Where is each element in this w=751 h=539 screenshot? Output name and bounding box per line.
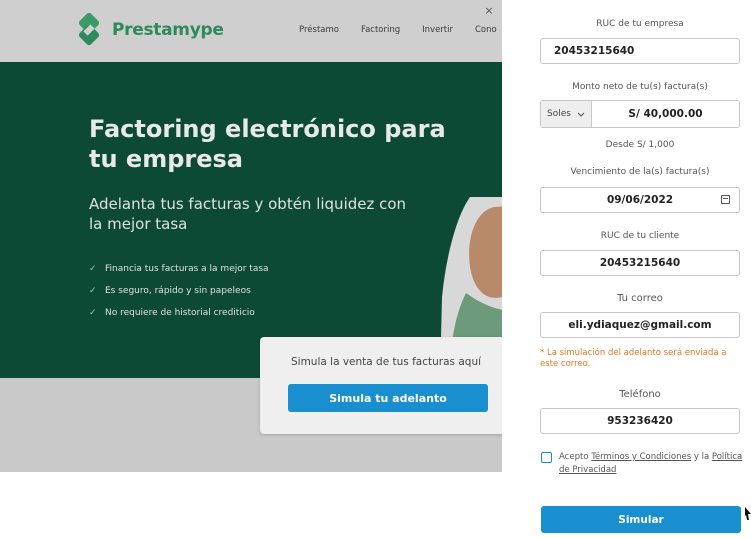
brand-name: Prestamype: [112, 20, 224, 40]
ruc-cliente-label: RUC de tu cliente: [600, 231, 680, 241]
nav-item-factoring[interactable]: Factoring: [361, 25, 400, 35]
hero-section: Factoring electrónico para tu empresa Ad…: [0, 62, 502, 378]
simulation-form-panel: RUC de tu empresa Monto neto de tu(s) fa…: [502, 0, 751, 539]
terms-checkbox[interactable]: [541, 452, 552, 463]
hero-subtitle: Adelanta tus facturas y obtén liquidez c…: [89, 195, 407, 233]
terms-middle: y la: [691, 452, 712, 462]
list-item: ✓ Financia tus facturas a la mejor tasa: [89, 258, 269, 280]
hero-bullets: ✓ Financia tus facturas a la mejor tasa ✓…: [89, 258, 269, 324]
ruc-empresa-label: RUC de tu empresa: [596, 19, 684, 29]
check-icon: ✓: [89, 286, 97, 296]
nav-links: Préstamo Factoring Invertir Cono: [299, 25, 502, 35]
currency-value: Soles: [547, 109, 571, 119]
logo-icon: [78, 13, 100, 46]
bullet-text: Es seguro, rápido y sin papeleos: [105, 286, 251, 296]
mouse-cursor-icon: [745, 507, 751, 520]
telefono-label: Teléfono: [619, 389, 661, 400]
hero-title: Factoring electrónico para tu empresa: [89, 115, 446, 173]
monto-input[interactable]: [592, 101, 739, 127]
ruc-cliente-input[interactable]: [540, 250, 740, 276]
calendar-icon[interactable]: [721, 195, 730, 204]
bullet-text: Financia tus facturas a la mejor tasa: [105, 264, 269, 274]
phone-field[interactable]: [540, 408, 740, 434]
nav-item-invertir[interactable]: Invertir: [422, 25, 453, 35]
list-item: ✓ Es seguro, rápido y sin papeleos: [89, 280, 269, 302]
ruc-empresa-input[interactable]: [540, 38, 740, 64]
simulate-advance-button[interactable]: Simula tu adelanto: [288, 384, 488, 412]
vencimiento-field: [540, 187, 740, 213]
vencimiento-label: Vencimiento de la(s) factura(s): [570, 167, 710, 177]
close-icon[interactable]: ×: [482, 4, 496, 18]
check-icon: ✓: [89, 308, 97, 318]
check-icon: ✓: [89, 264, 97, 274]
chevron-down-icon: [577, 112, 585, 117]
brand-logo[interactable]: Prestamype: [72, 13, 224, 47]
currency-select[interactable]: Soles: [541, 101, 592, 127]
nav-item-prestamo[interactable]: Préstamo: [299, 25, 339, 35]
monto-hint: Desde S/ 1,000: [605, 140, 675, 150]
bullet-text: No requiere de historial crediticio: [105, 308, 255, 318]
navbar: Prestamype Préstamo Factoring Invertir C…: [0, 0, 502, 62]
terms-prefix: Acepto: [559, 452, 592, 462]
correo-label: Tu correo: [617, 293, 663, 304]
terms-text: Acepto Términos y Condiciones y la Polít…: [559, 451, 744, 477]
email-note: * La simulación del adelanto será enviad…: [540, 348, 727, 369]
monto-field: Soles: [540, 100, 740, 128]
terms-link[interactable]: Términos y Condiciones: [591, 452, 691, 462]
simulation-card: Simula la venta de tus facturas aquí Sim…: [260, 337, 502, 434]
vencimiento-input[interactable]: [540, 187, 740, 213]
monto-label: Monto neto de tu(s) factura(s): [572, 82, 708, 92]
nav-item-conocenos[interactable]: Cono: [475, 25, 497, 35]
email-field[interactable]: [540, 312, 740, 338]
simulation-card-text: Simula la venta de tus facturas aquí: [291, 356, 482, 368]
background-page: Prestamype Préstamo Factoring Invertir C…: [0, 0, 502, 539]
simulate-button[interactable]: Simular: [541, 506, 741, 533]
list-item: ✓ No requiere de historial crediticio: [89, 302, 269, 324]
